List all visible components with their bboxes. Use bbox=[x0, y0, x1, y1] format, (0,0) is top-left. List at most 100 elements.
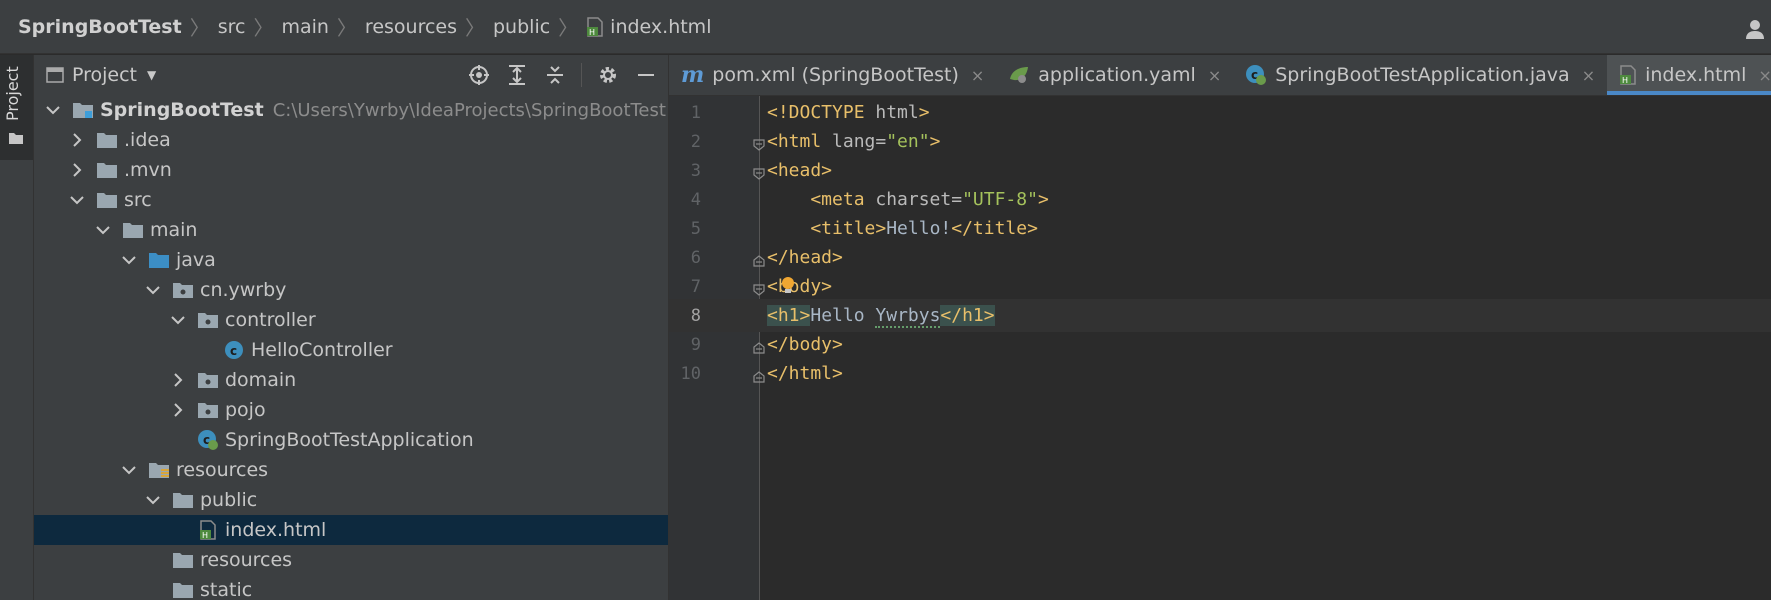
code-text: <h1>Hello Ywrbys</h1> bbox=[767, 305, 995, 328]
user-icon[interactable] bbox=[1745, 18, 1765, 40]
chevron-down-icon[interactable] bbox=[122, 253, 136, 267]
tree-row-pojo[interactable]: pojo bbox=[34, 395, 668, 425]
breadcrumb-label: public bbox=[493, 15, 551, 38]
tab-application-yaml[interactable]: application.yaml × bbox=[996, 55, 1233, 95]
close-icon[interactable]: × bbox=[1208, 66, 1221, 85]
close-icon[interactable]: × bbox=[1582, 66, 1595, 85]
close-icon[interactable]: × bbox=[1758, 66, 1771, 85]
gear-icon[interactable] bbox=[596, 63, 620, 87]
minimize-icon[interactable] bbox=[634, 63, 658, 87]
chevron-down-icon[interactable] bbox=[171, 313, 185, 327]
close-icon[interactable]: × bbox=[971, 66, 984, 85]
tree-item-label: controller bbox=[225, 309, 316, 331]
chevron-right-icon[interactable] bbox=[171, 403, 185, 417]
tree-row-controller[interactable]: controller bbox=[34, 305, 668, 335]
chevron-right-icon[interactable] bbox=[70, 133, 84, 147]
folder-icon bbox=[172, 580, 194, 600]
tree-row-springboottestapplication[interactable]: c SpringBootTestApplication bbox=[34, 425, 668, 455]
tree-row-main[interactable]: main bbox=[34, 215, 668, 245]
tree-row-java[interactable]: java bbox=[34, 245, 668, 275]
tree-row-src[interactable]: src bbox=[34, 185, 668, 215]
tree-row-resources[interactable]: resources bbox=[34, 455, 668, 485]
tab-pom-xml[interactable]: m pom.xml (SpringBootTest) × bbox=[669, 55, 996, 95]
line-number: 3 bbox=[690, 160, 701, 181]
code-text: <html lang="en"> bbox=[767, 131, 941, 152]
project-tool-window-tab[interactable]: Project bbox=[0, 55, 33, 160]
code-text: <meta charset="UTF-8"> bbox=[767, 189, 1049, 210]
folder-icon bbox=[9, 128, 23, 149]
code-text: </body> bbox=[767, 334, 843, 355]
project-tree: SpringBootTest C:\Users\Ywrby\IdeaProjec… bbox=[34, 95, 668, 600]
chevron-right-icon[interactable] bbox=[70, 163, 84, 177]
project-view-dropdown[interactable]: Project ▼ bbox=[46, 64, 156, 86]
tree-row-resources-sub[interactable]: resources bbox=[34, 545, 668, 575]
fold-icon[interactable] bbox=[753, 367, 765, 388]
resources-folder-icon bbox=[148, 460, 170, 480]
tree-item-label: cn.ywrby bbox=[200, 279, 287, 301]
svg-text:c: c bbox=[230, 344, 237, 358]
breadcrumb-index-html[interactable]: H index.html bbox=[586, 16, 711, 38]
tree-row-public[interactable]: public bbox=[34, 485, 668, 515]
chevron-down-icon[interactable] bbox=[146, 493, 160, 507]
chevron-down-icon[interactable] bbox=[122, 463, 136, 477]
line-number: 1 bbox=[690, 102, 701, 123]
tree-row-cn-ywrby[interactable]: cn.ywrby bbox=[34, 275, 668, 305]
chevron-right-icon[interactable] bbox=[171, 373, 185, 387]
chevron-down-icon: ▼ bbox=[147, 68, 157, 82]
breadcrumb-project[interactable]: SpringBootTest bbox=[18, 16, 182, 38]
folder-icon bbox=[96, 190, 118, 210]
tab-label: SpringBootTestApplication.java bbox=[1275, 64, 1570, 86]
tree-row-index-html[interactable]: H index.html bbox=[34, 515, 668, 545]
tree-row-hellocontroller[interactable]: c HelloController bbox=[34, 335, 668, 365]
project-tool-window-label: Project bbox=[3, 66, 22, 121]
fold-icon[interactable] bbox=[753, 164, 765, 185]
line-number: 8 bbox=[690, 305, 701, 326]
tree-item-label: src bbox=[124, 189, 152, 211]
lightbulb-icon[interactable] bbox=[781, 276, 795, 301]
breadcrumb-resources[interactable]: resources bbox=[365, 16, 457, 38]
breadcrumb-label: src bbox=[217, 15, 246, 38]
folder-icon bbox=[122, 220, 144, 240]
tree-row-idea[interactable]: .idea bbox=[34, 125, 668, 155]
tab-springboottestapplication-java[interactable]: c SpringBootTestApplication.java × bbox=[1233, 55, 1607, 95]
folder-icon bbox=[96, 160, 118, 180]
tree-row-domain[interactable]: domain bbox=[34, 365, 668, 395]
code-line[interactable]: 10 </html> bbox=[669, 357, 1771, 390]
chevron-down-icon[interactable] bbox=[146, 283, 160, 297]
tab-index-html[interactable]: H index.html × bbox=[1607, 55, 1771, 95]
fold-icon[interactable] bbox=[753, 338, 765, 359]
tree-row-springboottest[interactable]: SpringBootTest C:\Users\Ywrby\IdeaProjec… bbox=[34, 95, 668, 125]
tree-row-mvn[interactable]: .mvn bbox=[34, 155, 668, 185]
package-icon bbox=[197, 370, 219, 390]
tree-row-static[interactable]: static bbox=[34, 575, 668, 600]
collapse-all-icon[interactable] bbox=[543, 63, 567, 87]
chevron-down-icon[interactable] bbox=[46, 103, 60, 117]
breadcrumb-src[interactable]: src bbox=[218, 16, 246, 38]
svg-text:H: H bbox=[1622, 76, 1628, 85]
locate-file-icon[interactable] bbox=[467, 63, 491, 87]
code-editor[interactable]: 1 <!DOCTYPE html> 2 <html lang="en"> 3 <… bbox=[669, 96, 1771, 600]
line-number: 6 bbox=[690, 247, 701, 268]
tree-item-label: index.html bbox=[225, 519, 327, 541]
tree-item-label: HelloController bbox=[251, 339, 393, 361]
breadcrumb-label: SpringBootTest bbox=[18, 15, 182, 38]
fold-icon[interactable] bbox=[753, 280, 765, 301]
tree-item-label: .mvn bbox=[124, 159, 172, 181]
spring-boot-class-icon: c bbox=[197, 430, 219, 450]
tree-item-label: resources bbox=[176, 459, 269, 481]
tool-window-strip: Project bbox=[0, 55, 34, 600]
tab-label: application.yaml bbox=[1038, 64, 1196, 86]
fold-icon[interactable] bbox=[753, 135, 765, 156]
breadcrumb-public[interactable]: public bbox=[493, 16, 550, 38]
project-panel: Project ▼ SpringBootTest C:\Users\Ywrby\… bbox=[34, 55, 669, 600]
code-text: <title>Hello!</title> bbox=[767, 218, 1038, 239]
breadcrumb-label: index.html bbox=[610, 15, 712, 38]
breadcrumb-main[interactable]: main bbox=[281, 16, 328, 38]
expand-all-icon[interactable] bbox=[505, 63, 529, 87]
fold-icon[interactable] bbox=[753, 251, 765, 272]
tree-item-label: SpringBootTest bbox=[100, 99, 264, 121]
chevron-down-icon[interactable] bbox=[70, 193, 84, 207]
maven-icon: m bbox=[681, 62, 705, 88]
chevron-down-icon[interactable] bbox=[96, 223, 110, 237]
code-text: <!DOCTYPE html> bbox=[767, 102, 930, 123]
